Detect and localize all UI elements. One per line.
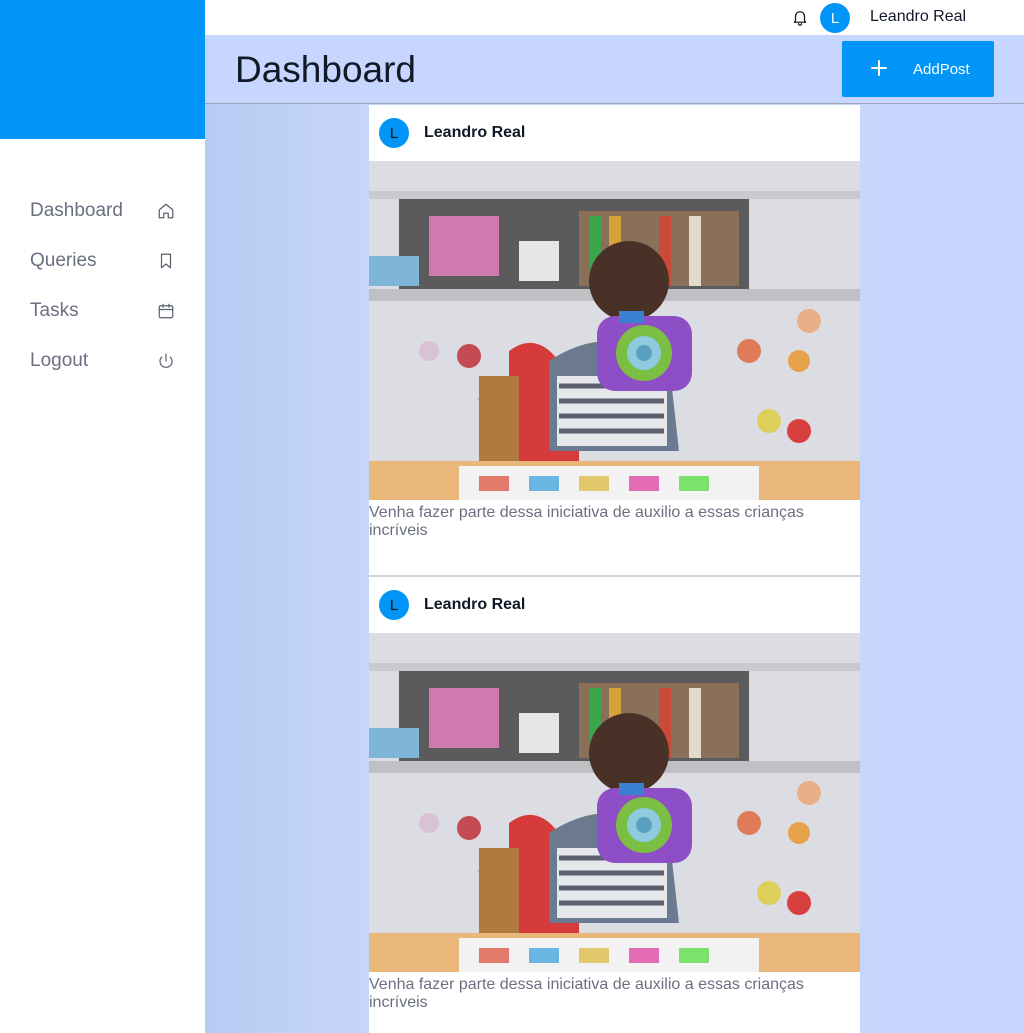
- add-post-label: AddPost: [913, 61, 970, 78]
- sidebar-item-label: Queries: [30, 250, 97, 271]
- sidebar-item-label: Tasks: [30, 300, 79, 321]
- post-photo-illustration: [369, 633, 860, 972]
- post-author[interactable]: Leandro Real: [424, 124, 525, 142]
- avatar[interactable]: L: [379, 590, 409, 620]
- calendar-icon: [157, 302, 175, 320]
- sidebar-item-label: Dashboard: [30, 200, 123, 221]
- power-icon: [157, 352, 175, 370]
- bookmark-icon: [157, 252, 175, 270]
- post-feed: L Leandro Real Venha fazer parte dessa i…: [369, 105, 860, 1033]
- post-image: [369, 161, 860, 500]
- page-title: Dashboard: [235, 49, 417, 90]
- top-bar: L Leandro Real: [205, 0, 1024, 35]
- avatar[interactable]: L: [379, 118, 409, 148]
- avatar[interactable]: L: [820, 3, 850, 33]
- post-card: L Leandro Real Venha fazer parte dessa i…: [369, 575, 860, 1033]
- post-photo-illustration: [369, 161, 860, 500]
- post-image: [369, 633, 860, 972]
- page-header: Dashboard AddPost: [205, 35, 1024, 104]
- main-content: Dashboard AddPost L Leandro Real Venha f…: [205, 35, 1024, 1033]
- post-card: L Leandro Real Venha fazer parte dessa i…: [369, 105, 860, 575]
- post-header: L Leandro Real: [369, 577, 860, 633]
- sidebar-logo-block: [0, 0, 205, 139]
- sidebar: Dashboard Queries Tasks Logout: [0, 0, 205, 1033]
- add-post-button[interactable]: AddPost: [842, 41, 994, 97]
- sidebar-item-label: Logout: [30, 350, 89, 371]
- post-caption: Venha fazer parte dessa iniciativa de au…: [369, 504, 804, 539]
- sidebar-item-dashboard[interactable]: Dashboard: [0, 186, 205, 236]
- sidebar-item-tasks[interactable]: Tasks: [0, 286, 205, 336]
- post-author[interactable]: Leandro Real: [424, 596, 525, 614]
- bell-icon[interactable]: [791, 8, 809, 26]
- plus-icon: [869, 58, 889, 78]
- post-header: L Leandro Real: [369, 105, 860, 161]
- sidebar-item-queries[interactable]: Queries: [0, 236, 205, 286]
- sidebar-item-logout[interactable]: Logout: [0, 336, 205, 386]
- sidebar-nav: Dashboard Queries Tasks Logout: [0, 186, 205, 386]
- username[interactable]: Leandro Real: [870, 8, 966, 26]
- home-icon: [157, 202, 175, 220]
- post-caption: Venha fazer parte dessa iniciativa de au…: [369, 976, 804, 1011]
